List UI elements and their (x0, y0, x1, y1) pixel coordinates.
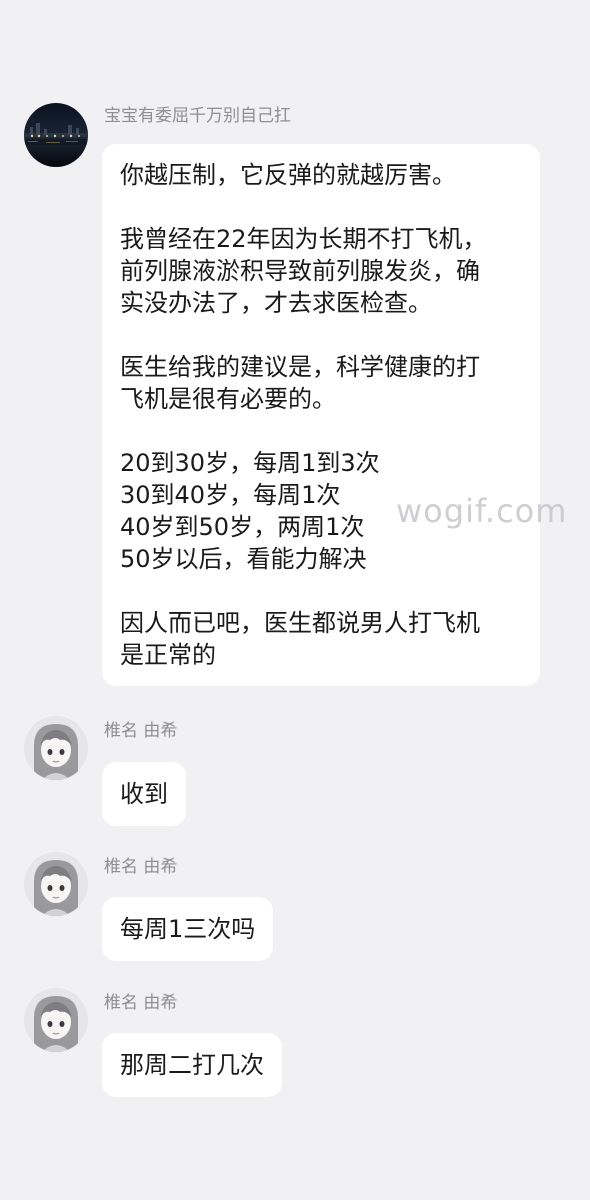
night-city-avatar-icon[interactable] (24, 103, 88, 167)
sender-name: 椎名 由希 (104, 721, 178, 741)
anime-girl-avatar-icon[interactable] (24, 716, 88, 780)
sender-name: 椎名 由希 (104, 993, 178, 1013)
watermark-text: wogif.com (396, 492, 568, 530)
message-bubble[interactable]: 你越压制，它反弹的就越厉害。 我曾经在22年因为长期不打飞机， 前列腺液淤积导致… (102, 144, 540, 686)
anime-girl-avatar-icon[interactable] (24, 852, 88, 916)
message-paragraph: 医生给我的建议是，科学健康的打 飞机是很有必要的。 (120, 353, 480, 413)
anime-girl-avatar-icon[interactable] (24, 988, 88, 1052)
message-bubble[interactable]: 那周二打几次 (102, 1033, 282, 1097)
message-paragraph: 你越压制，它反弹的就越厉害。 (120, 161, 456, 189)
message-bubble[interactable]: 收到 (102, 762, 186, 826)
message-paragraph: 因人而已吧，医生都说男人打飞机 是正常的 (120, 609, 480, 669)
sender-name: 椎名 由希 (104, 857, 178, 877)
sender-name: 宝宝有委屈千万别自己扛 (104, 106, 291, 126)
message-paragraph: 我曾经在22年因为长期不打飞机， 前列腺液淤积导致前列腺发炎，确 实没办法了，才… (120, 225, 487, 317)
message-bubble[interactable]: 每周1三次吗 (102, 897, 274, 961)
